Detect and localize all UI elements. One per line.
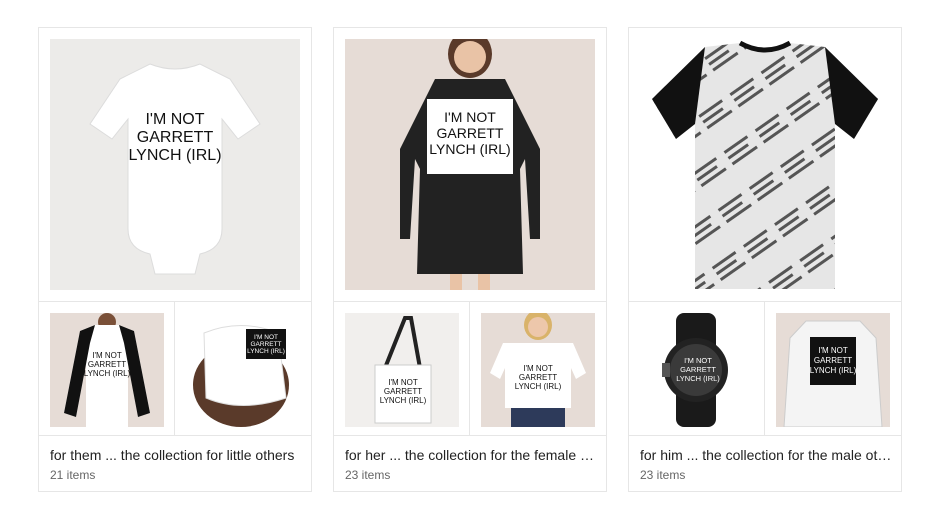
thumbnail-row: I'M NOT GARRETT LYNCH (IRL) I'M NOT GARR… xyxy=(629,302,901,436)
design-line-2: GARRETT xyxy=(680,365,716,374)
design-line-1: I'M NOT xyxy=(145,111,204,128)
main-product-tile[interactable]: I'M NOT GARRETT LYNCH (IRL) xyxy=(334,28,606,302)
design-line-1: I'M NOT xyxy=(523,364,553,373)
design-line-1: I'M NOT xyxy=(818,346,848,355)
thumbnail-jacket[interactable]: I'M NOT GARRETT LYNCH (IRL) xyxy=(765,302,901,435)
design-line-3: LYNCH (IRL) xyxy=(515,382,562,391)
design-line-3: LYNCH (IRL) xyxy=(128,147,221,164)
collection-title[interactable]: for her ... the collection for the femal… xyxy=(345,446,597,464)
design-line-1: I'M NOT xyxy=(92,351,122,360)
collection-caption: for him ... the collection for the male … xyxy=(640,446,892,482)
design-line-2: GARRETT xyxy=(137,129,214,146)
design-line-1: I'M NOT xyxy=(444,109,496,125)
jacket-image: I'M NOT GARRETT LYNCH (IRL) xyxy=(776,313,890,427)
design-line-1: I'M NOT xyxy=(254,334,278,341)
dog-shirt-image: I'M NOT GARRETT LYNCH (IRL) xyxy=(186,313,300,427)
raglan-tee-image: I'M NOT GARRETT LYNCH (IRL) xyxy=(50,313,164,427)
design-line-1: I'M NOT xyxy=(388,378,418,387)
design-line-3: LYNCH (IRL) xyxy=(84,369,131,378)
collection-caption: for her ... the collection for the femal… xyxy=(345,446,597,482)
all-over-print-tee-image xyxy=(640,39,890,290)
design-line-3: LYNCH (IRL) xyxy=(429,141,510,157)
design-line-2: GARRETT xyxy=(88,360,126,369)
thumbnail-row: I'M NOT GARRETT LYNCH (IRL) I'M NOT GARR… xyxy=(334,302,606,436)
thumbnail-tote-bag[interactable]: I'M NOT GARRETT LYNCH (IRL) xyxy=(334,302,470,435)
hoodie-dress-image: I'M NOT GARRETT LYNCH (IRL) xyxy=(345,39,595,290)
design-line-3: LYNCH (IRL) xyxy=(380,396,427,405)
design-line-2: GARRETT xyxy=(519,373,557,382)
watch-image: I'M NOT GARRETT LYNCH (IRL) xyxy=(640,313,754,427)
design-line-2: GARRETT xyxy=(814,356,852,365)
collection-title[interactable]: for them ... the collection for little o… xyxy=(50,446,302,464)
item-count: 21 items xyxy=(50,468,96,482)
item-count: 23 items xyxy=(345,468,391,482)
design-line-3: LYNCH (IRL) xyxy=(810,366,857,375)
design-line-3: LYNCH (IRL) xyxy=(247,348,285,355)
main-product-tile[interactable] xyxy=(629,28,901,302)
thumbnail-dog-shirt[interactable]: I'M NOT GARRETT LYNCH (IRL) xyxy=(175,302,311,435)
design-line-3: LYNCH (IRL) xyxy=(676,374,720,383)
design-line-2: GARRETT xyxy=(384,387,422,396)
main-product-tile[interactable]: I'M NOT GARRETT LYNCH (IRL) xyxy=(39,28,311,302)
design-line-2: GARRETT xyxy=(437,125,504,141)
thumbnail-raglan-tee[interactable]: I'M NOT GARRETT LYNCH (IRL) xyxy=(39,302,175,435)
design-line-1: I'M NOT xyxy=(684,356,712,365)
baby-bodysuit-image: I'M NOT GARRETT LYNCH (IRL) xyxy=(50,39,300,290)
thumbnail-watch[interactable]: I'M NOT GARRETT LYNCH (IRL) xyxy=(629,302,765,435)
collection-title[interactable]: for him ... the collection for the male … xyxy=(640,446,892,464)
collection-card-them[interactable]: I'M NOT GARRETT LYNCH (IRL) I'M NOT GARR… xyxy=(38,27,312,492)
crop-top-image: I'M NOT GARRETT LYNCH (IRL) xyxy=(481,313,595,427)
design-line-2: GARRETT xyxy=(250,341,281,348)
collection-caption: for them ... the collection for little o… xyxy=(50,446,302,482)
thumbnail-crop-top[interactable]: I'M NOT GARRETT LYNCH (IRL) xyxy=(470,302,606,435)
thumbnail-row: I'M NOT GARRETT LYNCH (IRL) I'M NOT GARR… xyxy=(39,302,311,436)
item-count: 23 items xyxy=(640,468,686,482)
collection-card-him[interactable]: I'M NOT GARRETT LYNCH (IRL) I'M NOT GARR… xyxy=(628,27,902,492)
tote-bag-image: I'M NOT GARRETT LYNCH (IRL) xyxy=(345,313,459,427)
collection-card-her[interactable]: I'M NOT GARRETT LYNCH (IRL) I'M NOT GARR… xyxy=(333,27,607,492)
